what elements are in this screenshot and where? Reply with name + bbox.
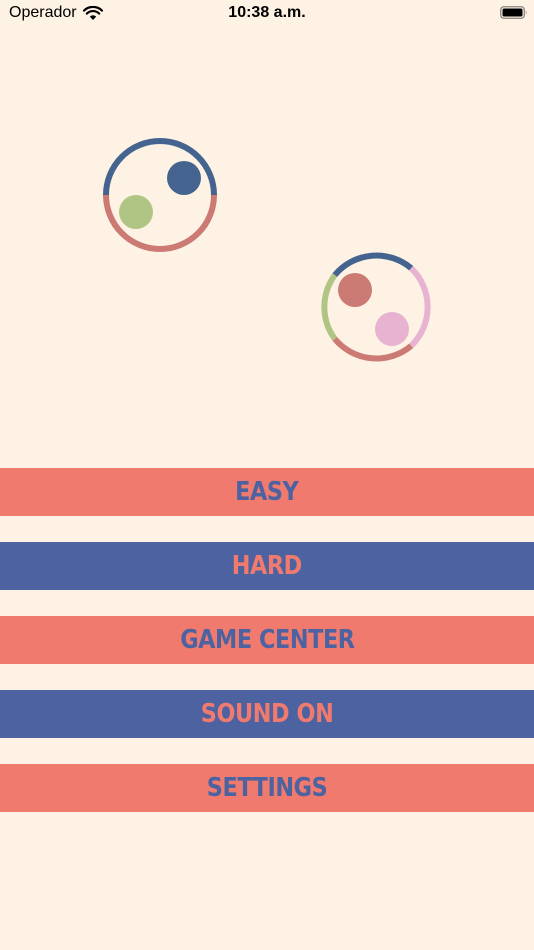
settings-button[interactable]: SETTINGS bbox=[0, 764, 534, 812]
status-time: 10:38 a.m. bbox=[228, 4, 306, 21]
easy-button[interactable]: EASY bbox=[0, 468, 534, 516]
ring-with-three-segments-icon bbox=[321, 252, 431, 362]
battery-icon bbox=[500, 6, 527, 19]
status-bar: Operador 10:38 a.m. bbox=[0, 0, 534, 30]
settings-button-label: SETTINGS bbox=[206, 773, 328, 803]
easy-button-label: EASY bbox=[235, 477, 299, 507]
game-center-button-label: GAME CENTER bbox=[179, 625, 355, 655]
decorative-art bbox=[103, 138, 431, 362]
hard-button-label: HARD bbox=[231, 551, 303, 581]
sound-toggle-button[interactable]: SOUND ON bbox=[0, 690, 534, 738]
hard-button[interactable]: HARD bbox=[0, 542, 534, 590]
sound-toggle-button-label: SOUND ON bbox=[200, 699, 334, 729]
game-center-button[interactable]: GAME CENTER bbox=[0, 616, 534, 664]
ring-with-two-balls-icon bbox=[103, 138, 217, 252]
